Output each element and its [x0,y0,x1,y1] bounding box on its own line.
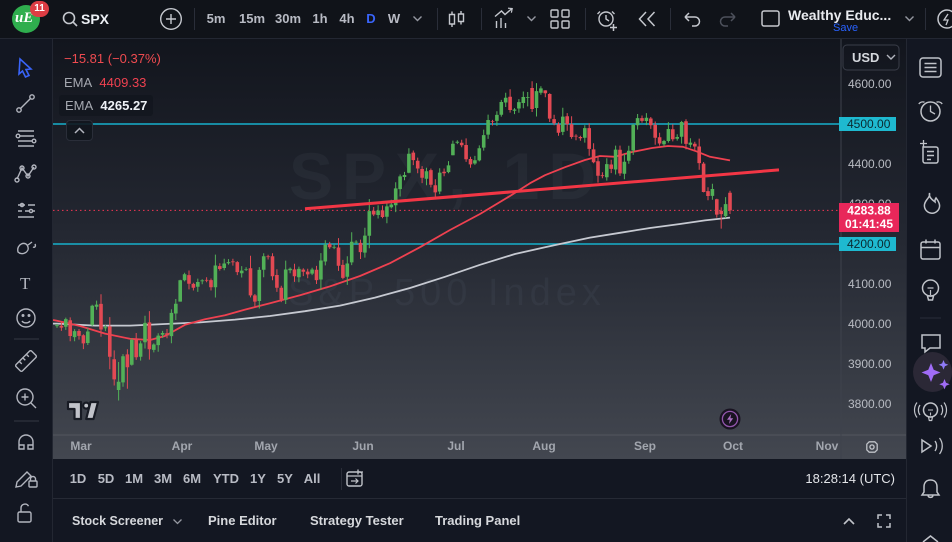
svg-text:4400.00: 4400.00 [848,157,892,171]
svg-text:SPX, 1D: SPX, 1D [289,139,605,213]
svg-text:USD: USD [852,50,879,65]
svg-text:01:41:45: 01:41:45 [845,217,893,231]
svg-text:Apr: Apr [172,439,193,453]
svg-text:S&P 500 Index: S&P 500 Index [288,272,606,314]
svg-text:4283.88: 4283.88 [847,204,891,218]
svg-text:4100.00: 4100.00 [848,277,892,291]
svg-text:Aug: Aug [532,439,555,453]
svg-text:Sep: Sep [634,439,656,453]
svg-text:4500.00: 4500.00 [847,117,891,131]
svg-text:Jul: Jul [447,439,464,453]
svg-text:May: May [254,439,278,453]
svg-text:3800.00: 3800.00 [848,397,892,411]
svg-text:Nov: Nov [816,439,839,453]
svg-text:4200.00: 4200.00 [847,237,891,251]
svg-text:Jun: Jun [352,439,373,453]
svg-text:Mar: Mar [70,439,92,453]
svg-text:T: T [20,274,31,293]
svg-text:4600.00: 4600.00 [848,77,892,91]
svg-text:Oct: Oct [723,439,743,453]
svg-text:4000.00: 4000.00 [848,317,892,331]
svg-text:3900.00: 3900.00 [848,357,892,371]
